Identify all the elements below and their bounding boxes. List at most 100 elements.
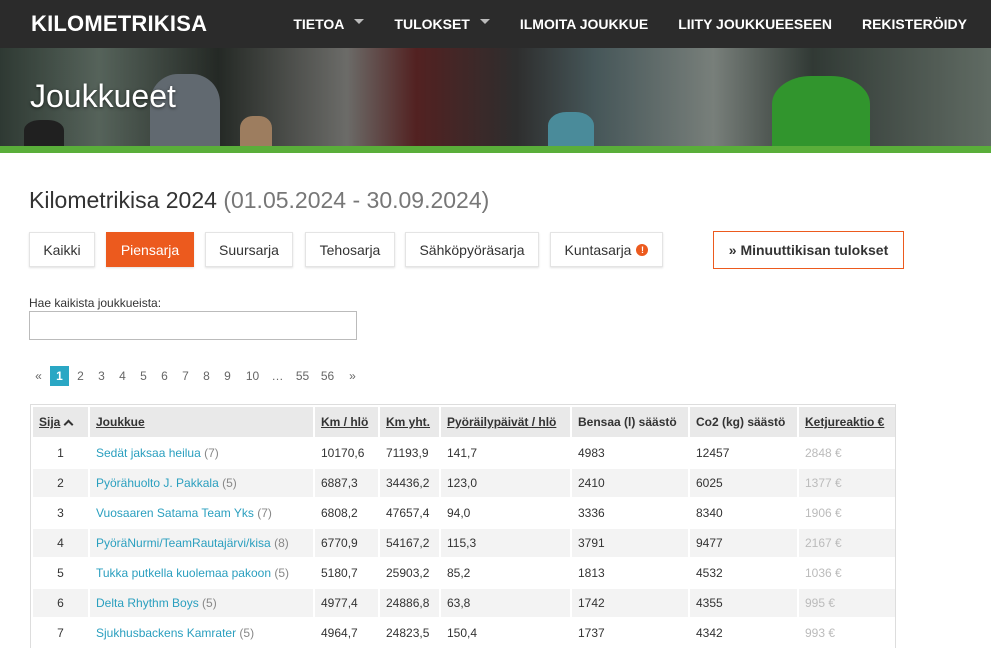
co2-cell: 4532: [690, 559, 797, 587]
tab-piensarja[interactable]: Piensarja: [106, 232, 194, 267]
fuel-cell: 2410: [572, 469, 688, 497]
rank-cell: 7: [33, 619, 88, 647]
days-cell: 115,3: [441, 529, 570, 557]
main-nav: TIETOA TULOKSET ILMOITA JOUKKUE LIITY JO…: [263, 0, 967, 48]
team-cell: Tukka putkella kuolemaa pakoon (5): [90, 559, 313, 587]
km-person-cell: 4977,4: [315, 589, 378, 617]
tab-label: Tehosarja: [319, 241, 381, 258]
pagination-page[interactable]: 10: [243, 366, 262, 386]
pagination-page[interactable]: 4: [113, 366, 132, 386]
tab-kaikki[interactable]: Kaikki: [29, 232, 95, 267]
team-link[interactable]: Pyörähuolto J. Pakkala: [96, 476, 219, 490]
co2-cell: 9477: [690, 529, 797, 557]
column-header-label: Sija: [39, 415, 61, 429]
days-cell: 141,7: [441, 439, 570, 467]
chain-reaction-cell: 995 €: [799, 589, 895, 617]
results-table-container: Sija Joukkue Km / hlö Km yht. Pyöräilypä…: [30, 404, 896, 648]
nav-item-liity-joukkueeseen[interactable]: LIITY JOUKKUEESEEN: [678, 16, 832, 32]
column-header-km-hlo[interactable]: Km / hlö: [315, 407, 378, 437]
top-navbar: KILOMETRIKISA TIETOA TULOKSET ILMOITA JO…: [0, 0, 991, 48]
column-header-label: Km / hlö: [321, 415, 369, 429]
tab-suursarja[interactable]: Suursarja: [205, 232, 293, 267]
days-cell: 150,4: [441, 619, 570, 647]
tab-tehosarja[interactable]: Tehosarja: [305, 232, 395, 267]
fuel-cell: 4983: [572, 439, 688, 467]
pagination-next[interactable]: »: [343, 366, 362, 386]
km-total-cell: 34436,2: [380, 469, 439, 497]
pagination-page[interactable]: 3: [92, 366, 111, 386]
tab-label: Kuntasarja: [564, 241, 632, 258]
nav-item-tulokset[interactable]: TULOKSET: [394, 16, 490, 32]
pagination-page[interactable]: 2: [71, 366, 90, 386]
pagination-page[interactable]: 55: [293, 366, 312, 386]
team-cell: Sedät jaksaa heilua (7): [90, 439, 313, 467]
km-person-cell: 6887,3: [315, 469, 378, 497]
km-total-cell: 47657,4: [380, 499, 439, 527]
nav-item-label: LIITY JOUKKUEESEEN: [678, 16, 832, 32]
table-row: 6 Delta Rhythm Boys (5) 4977,4 24886,8 6…: [33, 589, 895, 617]
minuuttikisa-results-button[interactable]: » Minuuttikisan tulokset: [713, 231, 904, 269]
fuel-cell: 1742: [572, 589, 688, 617]
column-header-km-yht[interactable]: Km yht.: [380, 407, 439, 437]
team-link[interactable]: Sjukhusbackens Kamrater: [96, 626, 236, 640]
pagination-page[interactable]: 1: [50, 366, 69, 386]
competition-date-range: (01.05.2024 - 30.09.2024): [223, 187, 490, 213]
team-link[interactable]: PyöräNurmi/TeamRautajärvi/kisa: [96, 536, 271, 550]
km-total-cell: 71193,9: [380, 439, 439, 467]
warning-icon: !: [636, 243, 649, 256]
team-link[interactable]: Vuosaaren Satama Team Yks: [96, 506, 254, 520]
team-cell: Delta Rhythm Boys (5): [90, 589, 313, 617]
km-person-cell: 4964,7: [315, 619, 378, 647]
co2-cell: 12457: [690, 439, 797, 467]
pagination-page[interactable]: 7: [176, 366, 195, 386]
rank-cell: 6: [33, 589, 88, 617]
team-cell: Sjukhusbackens Kamrater (5): [90, 619, 313, 647]
search-label: Hae kaikista joukkueista:: [29, 296, 162, 310]
km-total-cell: 54167,2: [380, 529, 439, 557]
table-row: 2 Pyörähuolto J. Pakkala (5) 6887,3 3443…: [33, 469, 895, 497]
team-link[interactable]: Tukka putkella kuolemaa pakoon: [96, 566, 271, 580]
chevron-down-icon: [354, 18, 365, 24]
co2-cell: 6025: [690, 469, 797, 497]
page-title: Joukkueet: [30, 78, 176, 114]
nav-item-tietoa[interactable]: TIETOA: [293, 16, 365, 32]
pagination-page[interactable]: 6: [155, 366, 174, 386]
chain-reaction-cell: 993 €: [799, 619, 895, 647]
member-count: (7): [257, 506, 272, 520]
pagination-prev[interactable]: «: [29, 366, 48, 386]
column-header-ketjureaktio[interactable]: Ketjureaktio €: [799, 407, 895, 437]
column-header-label: Co2 (kg) säästö: [696, 415, 786, 429]
member-count: (5): [239, 626, 255, 640]
nav-item-ilmoita-joukkue[interactable]: ILMOITA JOUKKUE: [520, 16, 648, 32]
column-header-label: Km yht.: [386, 415, 431, 429]
table-row: 5 Tukka putkella kuolemaa pakoon (5) 518…: [33, 559, 895, 587]
brand-logo[interactable]: KILOMETRIKISA: [31, 11, 207, 37]
km-person-cell: 10170,6: [315, 439, 378, 467]
column-header-pyorailypaivat[interactable]: Pyöräilypäivät / hlö: [441, 407, 570, 437]
pagination-page[interactable]: 56: [318, 366, 337, 386]
fuel-cell: 1737: [572, 619, 688, 647]
pagination-page[interactable]: 5: [134, 366, 153, 386]
tab-kuntasarja[interactable]: Kuntasarja !: [550, 232, 663, 267]
nav-item-label: REKISTERÖIDY: [861, 16, 967, 32]
table-header-row: Sija Joukkue Km / hlö Km yht. Pyöräilypä…: [33, 407, 895, 437]
hero-accent-bar: [0, 146, 991, 153]
table-row: 1 Sedät jaksaa heilua (7) 10170,6 71193,…: [33, 439, 895, 467]
nav-item-rekisteroidy[interactable]: REKISTERÖIDY: [862, 16, 967, 32]
team-search-input[interactable]: [29, 311, 357, 340]
column-header-sija[interactable]: Sija: [33, 407, 88, 437]
fuel-cell: 3791: [572, 529, 688, 557]
team-link[interactable]: Sedät jaksaa heilua: [96, 446, 201, 460]
rank-cell: 5: [33, 559, 88, 587]
column-header-joukkue[interactable]: Joukkue: [90, 407, 313, 437]
pagination-page[interactable]: 9: [218, 366, 237, 386]
tab-sahkopyorasarja[interactable]: Sähköpyöräsarja: [405, 232, 539, 267]
pagination: « 1 2 3 4 5 6 7 8 9 10 … 55 56 »: [29, 366, 364, 386]
column-header-label: Joukkue: [96, 415, 145, 429]
days-cell: 85,2: [441, 559, 570, 587]
column-header-label: Bensaa (l) säästö: [578, 415, 677, 429]
team-link[interactable]: Delta Rhythm Boys: [96, 596, 199, 610]
pagination-page[interactable]: 8: [197, 366, 216, 386]
tab-label: Suursarja: [219, 241, 279, 258]
tab-label: Kaikki: [43, 241, 81, 258]
